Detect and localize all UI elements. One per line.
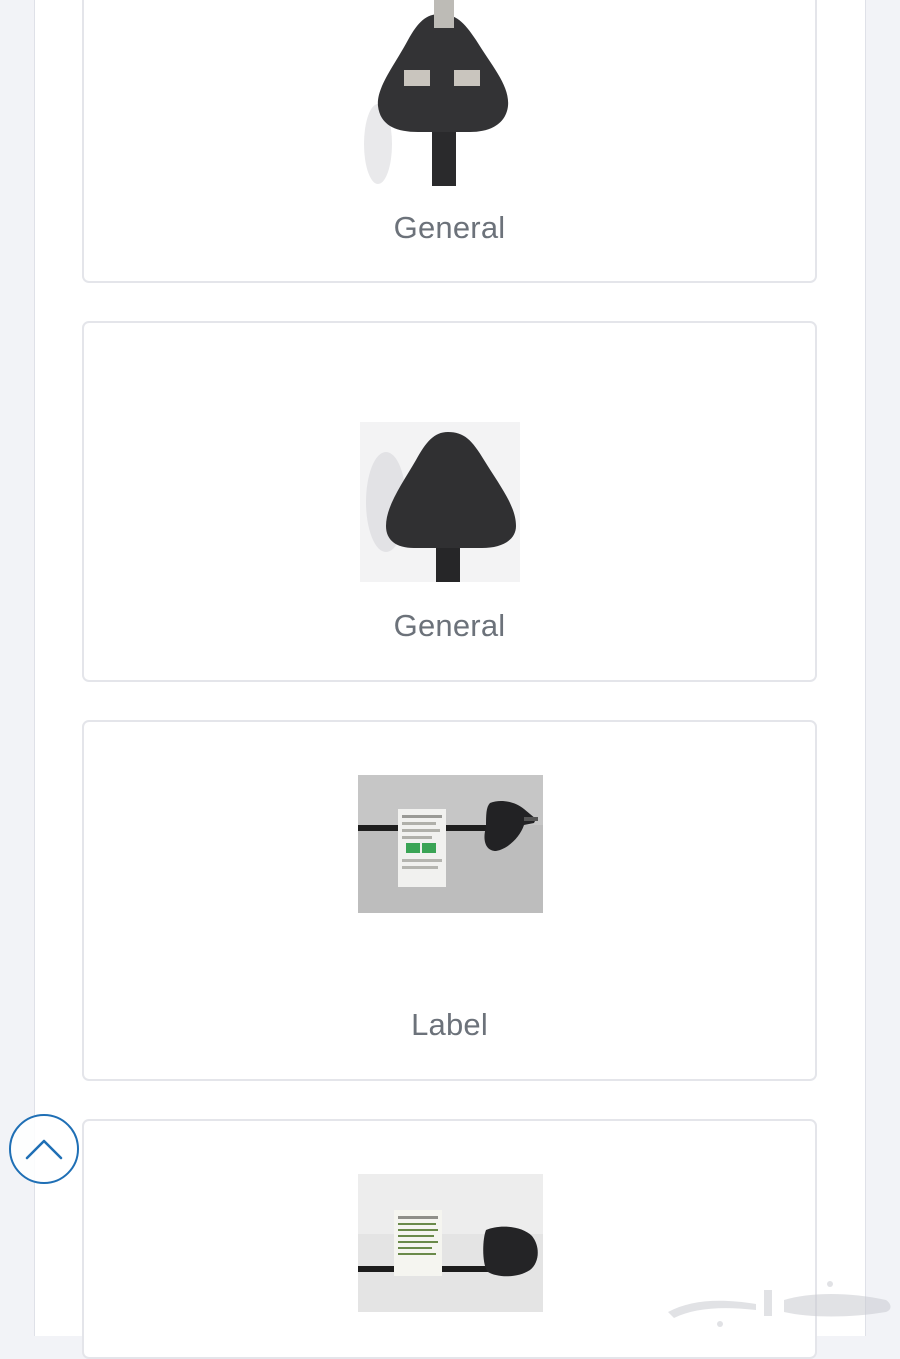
- uk-plug-pins-image: [360, 0, 520, 186]
- card-caption: Label: [411, 1007, 488, 1042]
- chevron-up-icon: [25, 1139, 63, 1160]
- plug-cable-label-image: [358, 775, 543, 913]
- haraj-logo: [660, 1270, 900, 1332]
- scroll-to-top-button[interactable]: [9, 1114, 79, 1184]
- uk-plug-back-image: [360, 422, 520, 582]
- plug-cable-label-closeup-image: [358, 1174, 543, 1312]
- gallery-card[interactable]: Label: [82, 720, 817, 1081]
- card-caption: General: [393, 608, 506, 643]
- gallery-card[interactable]: General: [82, 0, 817, 283]
- card-caption: General: [393, 210, 506, 245]
- gallery-card[interactable]: General: [82, 321, 817, 682]
